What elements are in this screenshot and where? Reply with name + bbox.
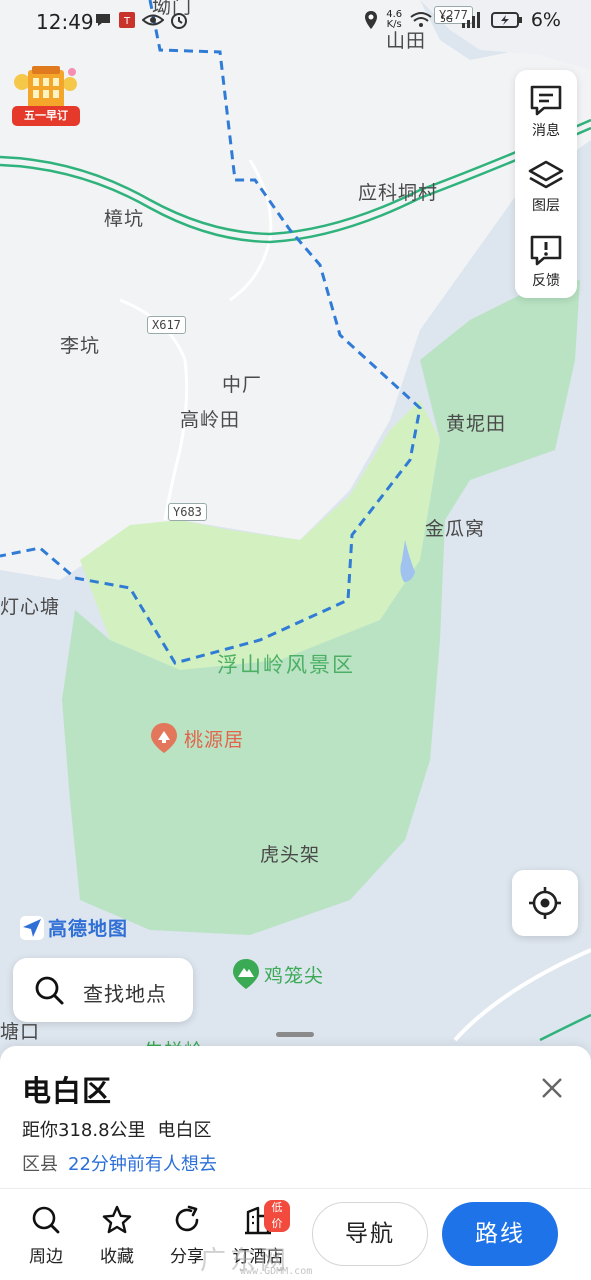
feedback-icon [530,235,562,266]
sheet-divider [0,1188,591,1189]
poi-marker-icon [151,723,177,753]
hotel-promo-button[interactable]: 五一早订 [12,62,80,128]
locate-me-button[interactable] [512,870,578,936]
watermark-url: www.GDMM.com [240,1266,313,1277]
layers-label: 图层 [532,198,560,214]
location-pin-icon [365,11,378,29]
eye-icon [142,14,164,26]
alarm-icon [171,13,187,29]
messages-button[interactable]: 消息 [515,74,577,146]
map-side-toolbar: 消息 图层 反馈 [515,70,577,298]
network-type: 5G [440,15,453,25]
search-place-button[interactable]: 查找地点 [13,958,193,1022]
favorite-button[interactable]: 收藏 [85,1204,149,1268]
layers-button[interactable]: 图层 [515,149,577,221]
map-label-scenic-area[interactable]: 浮山岭风景区 [217,649,355,679]
promo-label: 五一早订 [12,106,80,126]
place-category: 区县 [22,1154,58,1175]
layers-icon [528,160,564,189]
crosshair-icon [529,887,561,919]
feedback-label: 反馈 [532,273,560,289]
chat-bubble-icon [96,14,110,26]
map-label-jingua-wo: 金瓜窝 [425,518,486,540]
status-bar: 12:49 T 4.6 K/s 5G 6% [0,0,591,44]
net-speed: 4.6 K/s [386,10,402,30]
star-icon [102,1205,132,1234]
map-label-likeng: 李坑 [60,335,101,357]
message-icon [530,85,562,116]
map-label-zhongchang: 中厂 [222,374,263,396]
map-label-yingketongcun: 应科垌村 [358,182,439,204]
place-title: 电白区 [22,1074,113,1108]
road-badge-x617: X617 [147,316,186,334]
feedback-button[interactable]: 反馈 [515,224,577,296]
svg-text:T: T [123,16,131,27]
wifi-icon [410,12,432,27]
place-distance: 距你318.8公里 [22,1120,146,1141]
amap-arrow-icon [20,915,44,940]
close-button[interactable] [534,1070,570,1106]
mountain-poi-icon [233,959,259,989]
navigate-button[interactable]: 导航 [312,1202,428,1266]
status-right-icons: 4.6 K/s 5G 6% [364,9,561,31]
amap-logo: 高德地图 [20,914,128,941]
favorite-label: 收藏 [100,1247,134,1267]
nearby-search-icon [32,1206,60,1234]
place-distance-row: 距你318.8公里 电白区 [22,1116,212,1142]
search-icon [35,976,64,1005]
place-meta-row: 区县 22分钟前有人想去 [22,1150,217,1176]
map-label-dengxintang: 灯心塘 [0,596,61,618]
map-label-huangnitian: 黄坭田 [446,413,507,435]
map-label-hutoujia: 虎头架 [260,844,321,866]
nearby-button[interactable]: 周边 [14,1204,78,1268]
poi-label-jilongjian: 鸡笼尖 [264,964,325,987]
poi-taoyuanju[interactable]: 桃源居 [150,722,244,754]
nearby-label: 周边 [29,1247,63,1267]
messages-label: 消息 [532,123,560,139]
road-badge-y683: Y683 [168,503,207,521]
poi-jilongjian[interactable]: 鸡笼尖 [232,958,324,990]
app-notification-icon: T [119,12,135,28]
net-speed-unit: K/s [386,19,402,30]
status-notification-icons: T [94,11,188,29]
amap-brand-text: 高德地图 [48,918,129,940]
status-time: 12:49 [36,10,94,34]
battery-percent: 6% [530,9,561,31]
place-popularity: 22分钟前有人想去 [68,1154,217,1175]
route-button[interactable]: 路线 [442,1202,558,1266]
share-icon [175,1205,199,1232]
hotel-price-badge: 低价 [264,1200,290,1232]
signal-icon [461,12,480,28]
poi-label-taoyuanju: 桃源居 [184,728,245,751]
close-icon [542,1078,562,1098]
sheet-drag-handle[interactable] [276,1032,314,1037]
place-district: 电白区 [157,1120,212,1141]
map-label-gaolingtian: 高岭田 [180,409,241,431]
map-label-zhangkeng: 樟坑 [104,208,145,230]
battery-icon [490,12,522,28]
search-label: 查找地点 [83,982,167,1006]
hotel-building-icon [14,66,77,110]
